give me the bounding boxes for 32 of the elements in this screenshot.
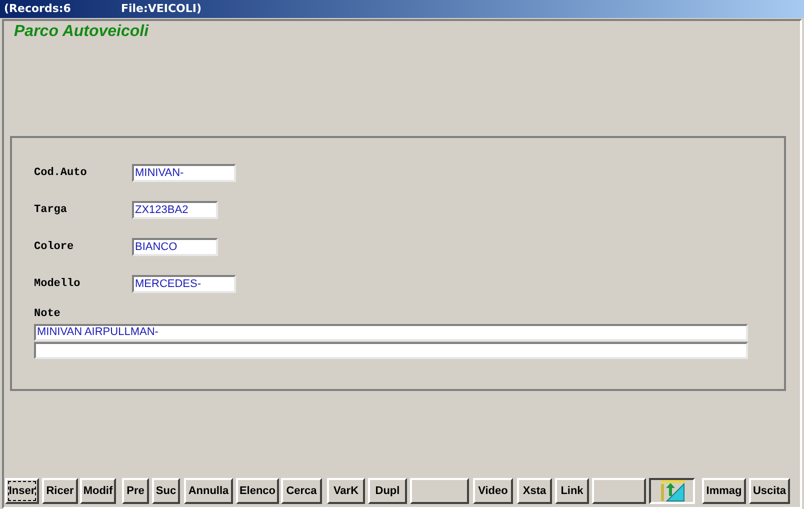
toolbar-button[interactable]: Elenco [236,478,279,504]
toolbar-button[interactable]: Cerca [281,478,322,504]
toolbar-button[interactable]: Annulla [184,478,233,504]
toolbar-button[interactable]: Pre [122,478,149,504]
field-label: Colore [34,240,75,255]
toolbar-button[interactable]: Video [473,478,513,504]
text-field[interactable]: MINIVAN- [132,164,236,182]
blank-button[interactable] [592,478,646,504]
tools-button[interactable] [649,478,695,504]
text-field[interactable]: BIANCO [132,238,218,256]
toolbar-button[interactable]: Link [555,478,589,504]
window-title: File:VEICOLI) [120,0,202,17]
note-field[interactable]: MINIVAN AIRPULLMAN- [34,324,748,340]
blank-button[interactable] [410,478,469,504]
toolbar-button[interactable]: Xsta [517,478,552,504]
text-field[interactable]: ZX123BA2 [132,201,218,219]
form-heading: Parco Autoveicoli [13,22,149,42]
field-label: Targa [34,202,68,218]
toolbar-button[interactable]: Inser [5,478,39,504]
toolbar-button[interactable]: Uscita [749,478,790,504]
window-title: (Records:6 [4,0,71,17]
note-field[interactable] [34,342,748,358]
toolbar-button[interactable]: VarK [327,478,365,504]
toolbar-button[interactable]: Suc [152,478,180,504]
toolbar-button[interactable]: Dupl [368,478,407,504]
toolbar-button[interactable]: Ricer [42,478,78,504]
text-field[interactable]: MERCEDES- [132,275,236,293]
field-label: Cod.Auto [34,166,88,181]
field-label: Modello [34,276,82,292]
toolbar-button[interactable]: Immag [702,478,746,504]
toolbar-button[interactable]: Modif [80,478,116,504]
field-label: Note [34,307,60,322]
